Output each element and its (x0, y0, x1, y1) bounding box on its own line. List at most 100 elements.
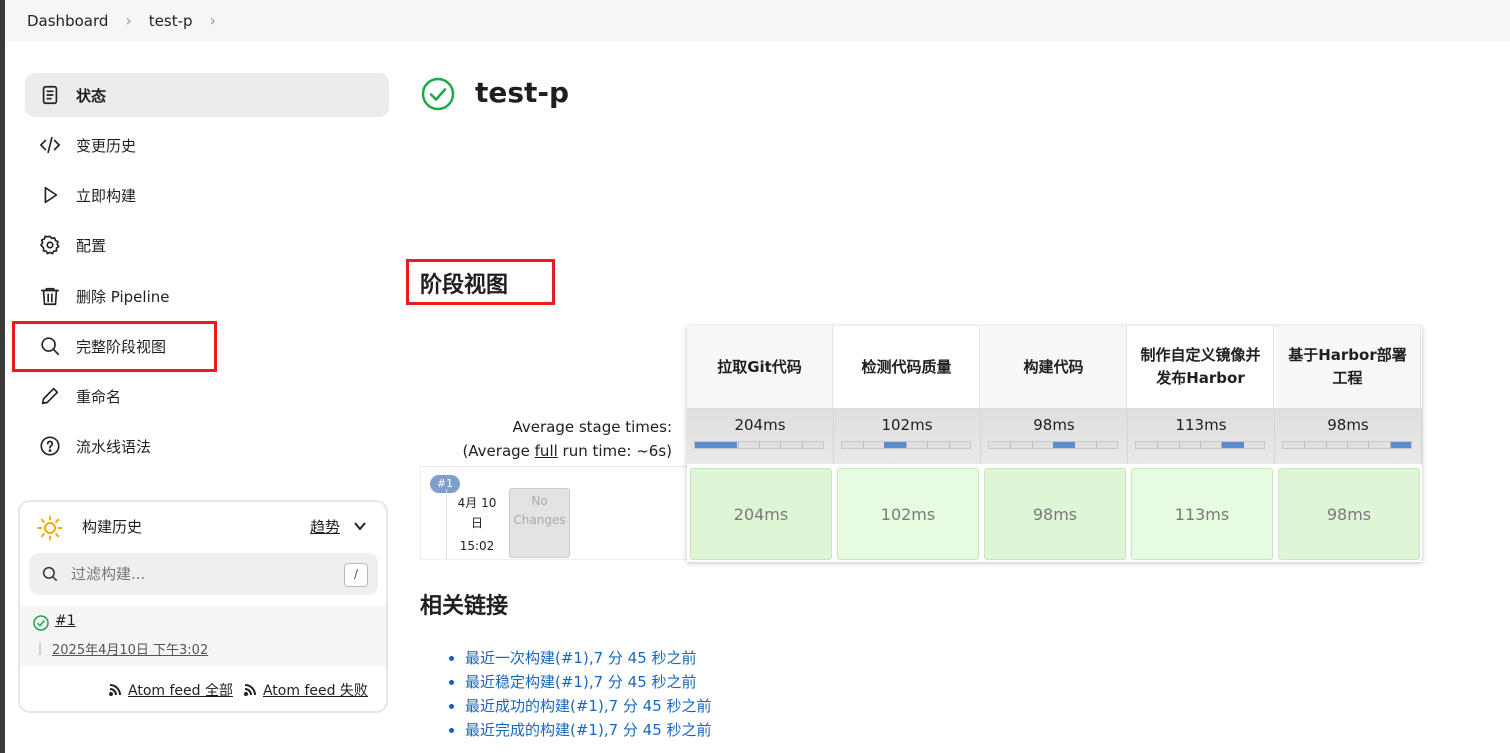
build-history-panel: 构建历史 趋势 / #1 | 2025年4月10日 下午3:02 Atom fe… (18, 500, 388, 713)
progress-tick (1157, 442, 1158, 448)
atom-feed-failed-label: Atom feed 失败 (262, 683, 368, 699)
stage-result-cell[interactable]: 204ms (690, 468, 832, 560)
search-icon (42, 566, 58, 582)
trash-icon (38, 284, 62, 308)
full-link[interactable]: full (535, 442, 558, 460)
last-successful-build-link[interactable]: 最近成功的构建(#1),7 分 45 秒之前 (465, 697, 712, 715)
build-time: 15:02 (459, 539, 495, 553)
page-title: test-p (475, 76, 570, 109)
success-check-icon (421, 77, 455, 111)
sidebar-item-build-now[interactable]: 立即构建 (25, 173, 389, 217)
sidebar-item-status[interactable]: 状态 (25, 73, 389, 117)
rss-icon (243, 684, 256, 696)
sidebar-item-pipeline-syntax[interactable]: 流水线语法 (25, 424, 389, 468)
related-links-list: 最近一次构建(#1),7 分 45 秒之前 最近稳定构建(#1),7 分 45 … (445, 646, 712, 742)
build-date-link[interactable]: 2025年4月10日 下午3:02 (52, 639, 208, 658)
sidebar-item-label: 立即构建 (76, 186, 137, 205)
window-edge (0, 0, 5, 753)
sidebar-item-full-stage-view[interactable]: 完整阶段视图 (25, 324, 389, 368)
build-filter-input[interactable] (69, 564, 328, 584)
average-full-run-time: (Average full run time: ~6s) (462, 442, 672, 460)
rss-icon (109, 684, 121, 696)
stage-average-time: 204ms (734, 416, 786, 434)
sidebar-item-rename[interactable]: 重命名 (25, 374, 389, 418)
progress-tick (738, 442, 739, 448)
status-doc-icon (38, 83, 62, 107)
atom-feed-all-label: Atom feed 全部 (128, 683, 233, 699)
sidebar-item-changes[interactable]: 变更历史 (25, 123, 389, 167)
help-icon (38, 434, 62, 458)
atom-feed-all[interactable]: Atom feed 全部 (108, 680, 233, 700)
stage-progress-bar (694, 441, 824, 449)
sidebar-item-delete[interactable]: 删除 Pipeline (25, 274, 389, 318)
feed-links: Atom feed 全部 Atom feed 失败 (108, 680, 368, 700)
keyboard-shortcut-hint: / (344, 563, 368, 587)
progress-tick (802, 442, 803, 448)
stage-result-cell[interactable]: 113ms (1131, 468, 1273, 560)
list-item: 最近完成的构建(#1),7 分 45 秒之前 (465, 718, 712, 742)
sidebar-item-label: 配置 (76, 236, 107, 255)
progress-fill (1391, 442, 1411, 448)
progress-tick (927, 442, 928, 448)
stage-progress-bar (1282, 441, 1412, 449)
average-stage-times: Average stage times: (512, 418, 672, 436)
stage-column: 制作自定义镜像并发布Harbor 113ms 113ms (1128, 326, 1275, 562)
sidebar-item-configure[interactable]: 配置 (25, 223, 389, 267)
build-number-link[interactable]: #1 (55, 613, 76, 629)
breadcrumb-dashboard[interactable]: Dashboard (27, 12, 108, 30)
sidebar-item-label: 状态 (76, 86, 107, 105)
build-history-header: 构建历史 趋势 (20, 502, 386, 552)
pencil-icon (38, 384, 62, 408)
progress-tick (1096, 442, 1097, 448)
sidebar-item-label: 重命名 (76, 387, 122, 406)
last-completed-build-link[interactable]: 最近完成的构建(#1),7 分 45 秒之前 (465, 721, 712, 739)
stage-column: 构建代码 98ms 98ms (981, 326, 1128, 562)
trend-link[interactable]: 趋势 (310, 516, 340, 537)
stage-column: 基于Harbor部署工程 98ms 98ms (1275, 326, 1422, 562)
progress-tick (1304, 442, 1305, 448)
stage-result-cell[interactable]: 98ms (1278, 468, 1420, 560)
progress-tick (949, 442, 950, 448)
chevron-down-icon[interactable] (353, 519, 367, 533)
progress-tick (759, 442, 760, 448)
stage-view-title: 阶段视图 (420, 273, 509, 298)
atom-feed-failed[interactable]: Atom feed 失败 (243, 680, 368, 700)
build-run-info: #1 4月 10 日 15:02 No Changes (420, 466, 688, 560)
list-item: 最近稳定构建(#1),7 分 45 秒之前 (465, 670, 712, 694)
build-row[interactable]: #1 | 2025年4月10日 下午3:02 (20, 606, 386, 666)
build-date: 4月 10 日 (457, 496, 497, 530)
stage-header: 检测代码质量 (834, 326, 980, 408)
stage-column: 拉取Git代码 204ms 204ms (687, 326, 834, 562)
stage-result-cell[interactable]: 98ms (984, 468, 1126, 560)
stage-average: 204ms (687, 408, 834, 464)
stage-result-cell[interactable]: 102ms (837, 468, 979, 560)
no-changes-box[interactable]: No Changes (509, 488, 570, 558)
progress-fill (884, 442, 906, 448)
stage-column: 检测代码质量 102ms 102ms (834, 326, 981, 562)
stage-header: 拉取Git代码 (687, 326, 833, 408)
build-badge[interactable]: #1 (430, 475, 460, 493)
chevron-right-icon[interactable]: › (210, 11, 216, 30)
sun-icon (37, 515, 63, 541)
progress-tick (1010, 442, 1011, 448)
progress-tick (1326, 442, 1327, 448)
stage-view-table: 拉取Git代码 204ms 204ms 检测代码质量 102ms 102ms 构… (687, 326, 1422, 562)
breadcrumb-job[interactable]: test-p (149, 12, 193, 30)
last-build-link[interactable]: 最近一次构建(#1),7 分 45 秒之前 (465, 649, 697, 667)
stage-average: 98ms (1275, 408, 1422, 464)
progress-tick (780, 442, 781, 448)
search-icon (38, 334, 62, 358)
success-check-icon (33, 615, 49, 631)
last-stable-build-link[interactable]: 最近稳定构建(#1),7 分 45 秒之前 (465, 673, 697, 691)
progress-tick (863, 442, 864, 448)
build-history-title: 构建历史 (82, 518, 143, 536)
progress-tick (1179, 442, 1180, 448)
stage-header: 制作自定义镜像并发布Harbor (1128, 326, 1274, 408)
progress-fill (695, 442, 737, 448)
breadcrumb: Dashboard › test-p › (5, 0, 1510, 41)
sidebar-item-label: 变更历史 (76, 136, 137, 155)
progress-tick (1200, 442, 1201, 448)
stage-average-time: 98ms (1327, 416, 1369, 434)
divider: | (38, 641, 43, 655)
chevron-right-icon: › (125, 11, 132, 30)
